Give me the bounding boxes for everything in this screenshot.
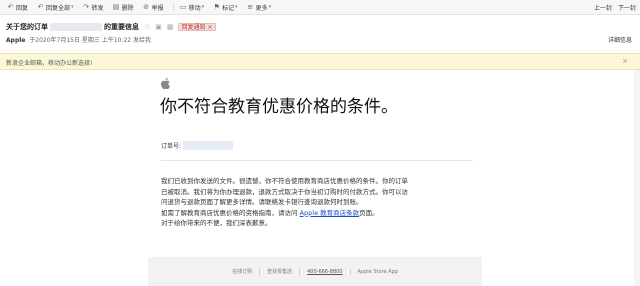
reply-icon: ↶ <box>7 2 14 11</box>
paragraph-line: 已被取消。我们将为你办理退款，退款方式取决于你当初订购时的付款方式。你可以访 <box>161 187 408 196</box>
delete-icon: ▤ <box>112 2 120 11</box>
message-header: 关于您的订单 的重要信息 ☆ ▣ ▦ 回复通知 × Apple 于2020年7月… <box>0 15 640 53</box>
mark-icon: ⚑ <box>213 2 220 11</box>
apple-logo-icon <box>161 78 170 89</box>
move-button[interactable]: ▭ 移动 ▾ <box>177 2 208 13</box>
prev-message-link[interactable]: 上一封 <box>594 3 612 12</box>
reply-all-icon: ↶ <box>37 2 44 11</box>
scrollbar[interactable] <box>634 70 640 286</box>
footer-link-online-order[interactable]: 在线订购 <box>232 268 252 275</box>
paragraph-line: 如需了解教育商店优惠价格的资格指南，请访问 Apple 教育商店条款页面。 <box>161 208 473 219</box>
toolbar: ↶ 回复 ↶ 回复全部 ▾ ↷ 转发 ▤ 删除 ⊘ 举报 ▭ 移动 ▾ ⚑ 标记… <box>0 0 640 15</box>
delete-button[interactable]: ▤ 删除 <box>110 2 137 13</box>
chevron-down-icon: ▾ <box>201 4 205 10</box>
redacted-order-number <box>183 141 234 150</box>
redacted-order-number <box>50 23 102 31</box>
reply-label: 回复 <box>16 4 29 12</box>
report-button[interactable]: ⊘ 举报 <box>140 2 167 13</box>
mark-label: 标记 <box>222 4 235 12</box>
sender-name[interactable]: Apple <box>6 37 25 44</box>
print-icon[interactable]: ▦ <box>167 23 174 31</box>
promo-banner: 新浪企业邮箱，移动办公新选择! × <box>0 53 640 70</box>
details-link[interactable]: 详细信息 <box>608 35 632 44</box>
status-badge[interactable]: 回复通知 × <box>177 23 217 31</box>
footer-links: 在线订购 查找零售店 400-666-8800 Apple Store App <box>148 268 482 275</box>
status-badge-label: 回复通知 <box>181 24 206 31</box>
delete-label: 删除 <box>121 4 134 12</box>
close-icon[interactable]: × <box>622 57 628 65</box>
star-icon[interactable]: ☆ <box>144 23 150 31</box>
education-store-terms-link[interactable]: Apple 教育商店条款 <box>300 209 360 217</box>
forward-label: 转发 <box>91 4 104 12</box>
message-subject: 关于您的订单 的重要信息 ☆ ▣ ▦ 回复通知 × <box>6 22 217 32</box>
reply-all-button[interactable]: ↶ 回复全部 ▾ <box>34 2 77 13</box>
more-button[interactable]: ≡ 更多 ▾ <box>244 2 275 13</box>
email-footer: 在线订购 查找零售店 400-666-8800 Apple Store App <box>148 257 482 286</box>
mark-button[interactable]: ⚑ 标记 ▾ <box>210 2 241 13</box>
promo-text[interactable]: 新浪企业邮箱，移动办公新选择! <box>6 58 92 67</box>
order-number-row: 订单号: <box>161 141 234 150</box>
sent-date: 于2020年7月15日 星期三 上午10:22 发给我 <box>29 37 152 44</box>
paragraph-line: 对于给你带来的不便，我们深表歉意。 <box>161 219 272 228</box>
chevron-down-icon: ▾ <box>268 4 272 10</box>
pager: 上一封 下一封 <box>588 3 636 12</box>
reply-all-label: 回复全部 <box>46 4 71 12</box>
forward-icon: ↷ <box>83 2 89 11</box>
page-title: 你不符合教育优惠价格的条件。 <box>160 97 398 117</box>
paragraph-text: 页面。 <box>359 208 379 217</box>
footer-divider <box>259 268 261 275</box>
order-number-label: 订单号: <box>161 143 182 150</box>
report-icon: ⊘ <box>143 2 150 11</box>
move-label: 移动 <box>188 4 201 12</box>
footer-divider <box>299 268 301 275</box>
paragraph-text: 如需了解教育商店优惠价格的资格指南，请访问 <box>161 208 300 217</box>
next-message-link[interactable]: 下一封 <box>618 3 636 12</box>
message-body: 你不符合教育优惠价格的条件。 订单号: 我们已收到你发送的文件。很遗憾，你不符合… <box>0 70 640 286</box>
footer-link-find-store[interactable]: 查找零售店 <box>267 268 292 275</box>
chevron-down-icon[interactable]: ▾ <box>71 4 74 10</box>
footer-link-store-app[interactable]: Apple Store App <box>358 269 398 275</box>
move-icon: ▭ <box>179 2 187 11</box>
more-icon: ≡ <box>247 2 254 11</box>
message-paragraph: 我们已收到你发送的文件。很遗憾，你不符合使用教育商店优惠价格的条件。你的订单 已… <box>161 176 473 229</box>
chevron-down-icon: ▾ <box>235 4 238 10</box>
sender-line: Apple 于2020年7月15日 星期三 上午10:22 发给我 <box>6 35 151 44</box>
footer-divider <box>349 268 351 275</box>
toolbar-divider <box>172 3 174 11</box>
paragraph-line: 我们已收到你发送的文件。很遗憾，你不符合使用教育商店优惠价格的条件。你的订单 <box>161 177 408 185</box>
subject-suffix: 的重要信息 <box>104 23 139 31</box>
reply-button[interactable]: ↶ 回复 <box>4 2 31 13</box>
more-label: 更多 <box>255 4 268 12</box>
forward-button[interactable]: ↷ 转发 <box>80 2 107 13</box>
tag-icon[interactable]: ▣ <box>155 23 162 31</box>
subject-prefix: 关于您的订单 <box>6 23 48 31</box>
report-label: 举报 <box>151 4 164 12</box>
paragraph-line: 问退货与退款页面了解更多详情。请联络发卡银行查询退款何时到账。 <box>161 198 363 207</box>
divider <box>161 160 473 161</box>
footer-link-phone[interactable]: 400-666-8800 <box>307 269 342 275</box>
